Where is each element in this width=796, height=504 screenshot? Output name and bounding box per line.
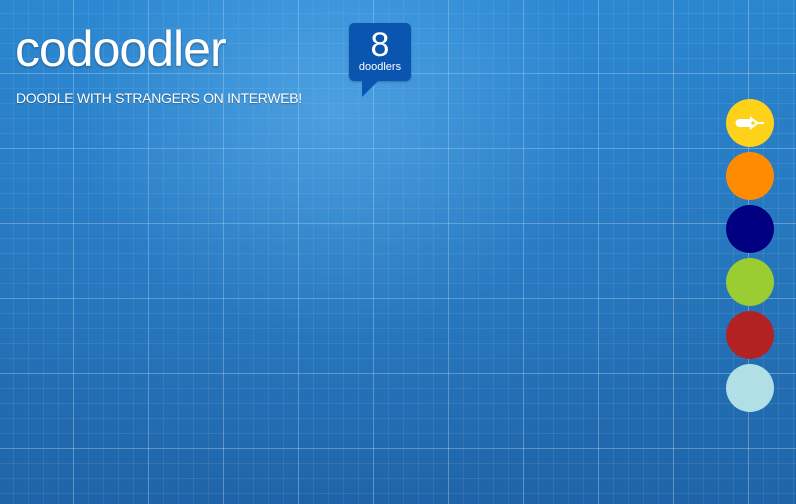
pen-tool-button[interactable]	[726, 99, 774, 147]
color-palette	[726, 99, 775, 417]
color-swatch-light-blue[interactable]	[726, 364, 774, 412]
doodler-count-badge: 8 doodlers	[349, 23, 411, 97]
color-swatch-firebrick[interactable]	[726, 311, 774, 359]
color-swatch-yellow-green[interactable]	[726, 258, 774, 306]
doodler-count: 8	[370, 26, 390, 64]
doodler-count-label: doodlers	[358, 61, 402, 73]
pen-icon	[735, 116, 764, 130]
tagline: DOODLE WITH STRANGERS ON INTERWEB!	[16, 90, 302, 106]
app-title: codoodler	[15, 21, 227, 77]
swatch-list	[726, 152, 775, 412]
color-swatch-orange[interactable]	[726, 152, 774, 200]
color-swatch-navy[interactable]	[726, 205, 774, 253]
